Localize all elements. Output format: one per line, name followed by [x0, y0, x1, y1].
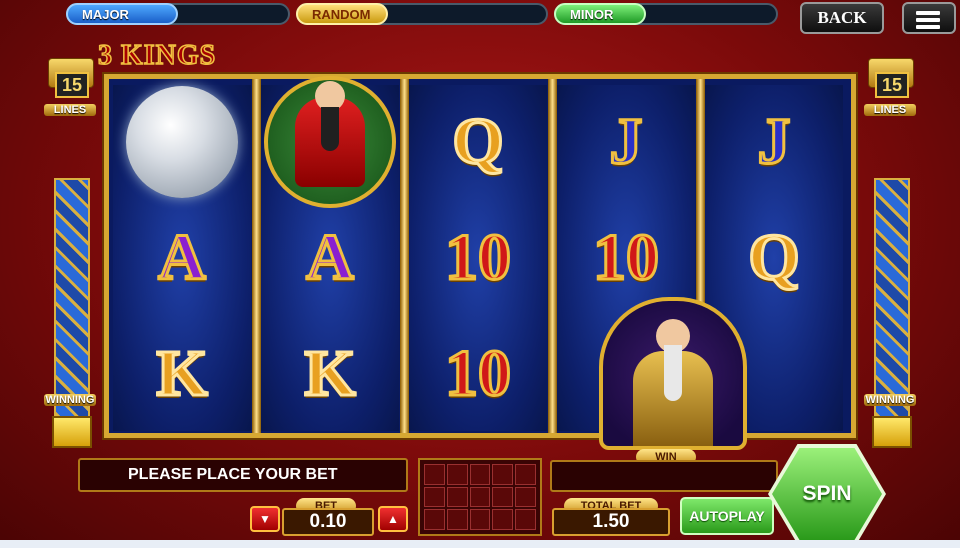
- reel-2: A K: [261, 76, 399, 431]
- menu-button[interactable]: [902, 2, 956, 34]
- king-symbol: [261, 76, 399, 208]
- bottom-strip: [0, 540, 960, 548]
- arrow-down-icon: ▼: [259, 512, 271, 526]
- reel-separator: [400, 79, 409, 433]
- lines-count: 15: [55, 72, 89, 98]
- bet-decrease-button[interactable]: ▼: [250, 506, 280, 532]
- symbol-a: A: [157, 221, 208, 294]
- bet-increase-button[interactable]: ▲: [378, 506, 408, 532]
- lines-label: LINES: [864, 104, 916, 116]
- symbol-k: K: [155, 337, 209, 410]
- arrow-up-icon: ▲: [387, 512, 399, 526]
- symbol-q: Q: [451, 105, 505, 178]
- lines-count: 15: [875, 72, 909, 98]
- game-logo: 3 KINGS: [97, 39, 217, 72]
- minor-jackpot-label: MINOR: [554, 3, 646, 25]
- symbol-10: 10: [444, 221, 513, 294]
- winning-lamp: [872, 416, 912, 448]
- symbol-q: Q: [747, 221, 801, 294]
- pearl-symbol: [113, 85, 251, 199]
- major-jackpot-bar: MAJOR: [66, 3, 290, 25]
- random-jackpot-bar: RANDOM: [296, 3, 548, 25]
- hamburger-menu-icon: [916, 11, 940, 32]
- winning-label: WINNING: [864, 394, 916, 406]
- random-jackpot-label: RANDOM: [296, 3, 388, 25]
- symbol-j: J: [608, 105, 644, 178]
- total-bet-value: 1.50: [552, 508, 670, 536]
- lines-label: LINES: [44, 104, 96, 116]
- win-display: [550, 460, 778, 492]
- reel-1: A K: [113, 85, 251, 431]
- back-button[interactable]: BACK: [800, 2, 884, 34]
- reel-3: Q 10 10: [409, 85, 547, 431]
- symbol-k: K: [303, 337, 357, 410]
- minor-jackpot-bar: MINOR: [554, 3, 778, 25]
- right-paylines-pillar: 15 LINES WINNING: [864, 58, 916, 448]
- king-red-robe-icon: [264, 76, 396, 208]
- reel-separator: [548, 79, 557, 433]
- reel-separator: [252, 79, 261, 433]
- payline-grid: [418, 458, 542, 536]
- symbol-10: 10: [444, 337, 513, 410]
- symbol-j: J: [756, 105, 792, 178]
- autoplay-button[interactable]: AUTOPLAY: [680, 497, 774, 535]
- bet-value: 0.10: [282, 508, 374, 536]
- pearl-dragon-claw-icon: [126, 86, 238, 198]
- bet-message: PLEASE PLACE YOUR BET: [78, 458, 408, 492]
- symbol-10: 10: [592, 221, 661, 294]
- major-jackpot-label: MAJOR: [66, 3, 178, 25]
- winning-label: WINNING: [44, 394, 96, 406]
- left-paylines-pillar: 15 LINES WINNING: [44, 58, 96, 448]
- symbol-a: A: [305, 221, 356, 294]
- winning-lamp: [52, 416, 92, 448]
- king-gold-robe-icon: [599, 297, 747, 450]
